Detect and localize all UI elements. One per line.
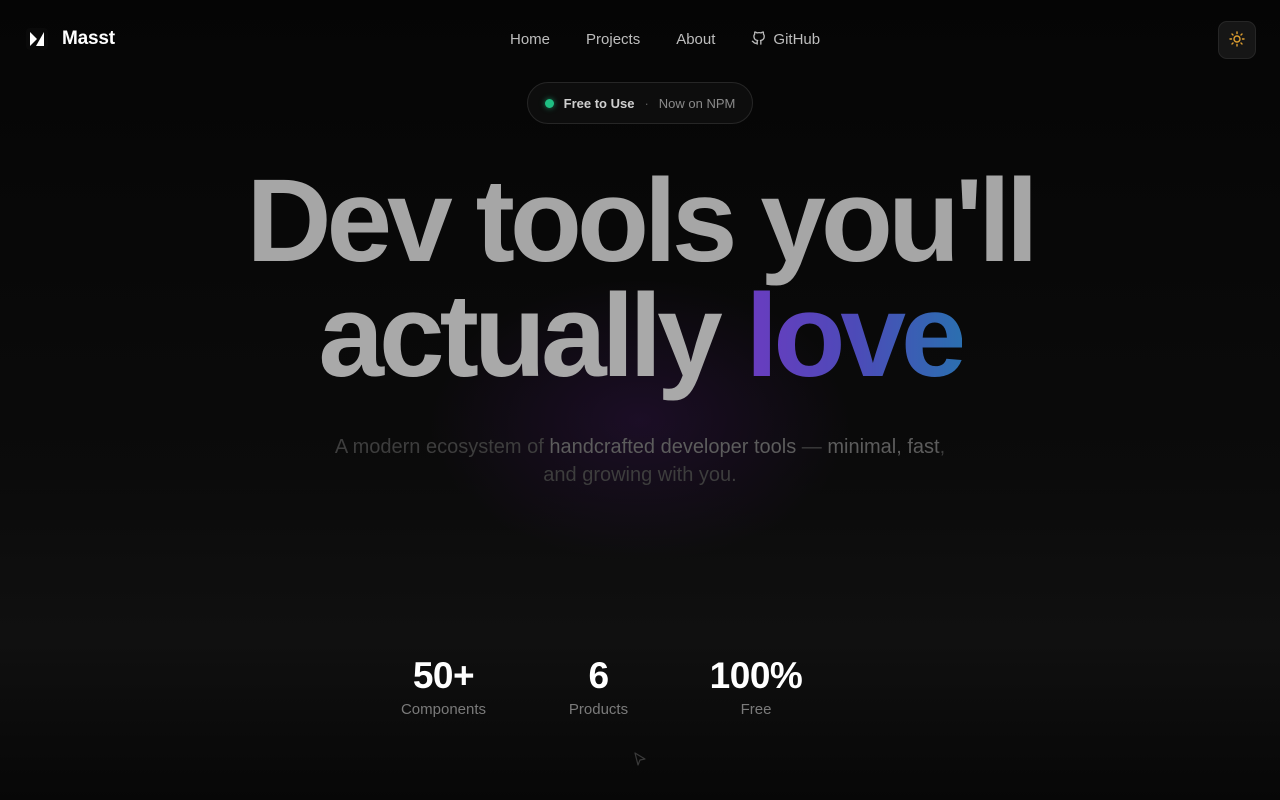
stat-label: Products bbox=[568, 701, 629, 718]
nav-projects-label: Projects bbox=[586, 31, 641, 48]
stat-value: 100% bbox=[709, 655, 803, 696]
cursor-arrow-icon bbox=[633, 752, 647, 773]
hero-heading-line-2: actually love bbox=[0, 277, 1280, 395]
github-icon bbox=[751, 30, 766, 49]
status-dot bbox=[544, 98, 554, 108]
hero-heading-line-1: Dev tools you'll bbox=[246, 155, 1038, 287]
masst-logo-icon bbox=[26, 28, 48, 50]
stat-label: Free bbox=[740, 701, 772, 718]
stats-row: 50+ Components 6 Products 100% Free bbox=[0, 655, 1280, 718]
nav-projects[interactable]: Projects bbox=[586, 31, 640, 48]
nav-github[interactable]: GitHub bbox=[751, 30, 820, 49]
stat-components: 50+ Components bbox=[364, 655, 524, 718]
badge-primary-text: Free to Use bbox=[563, 95, 635, 111]
landing-page: Masst Home Projects About GitHub Free to… bbox=[0, 0, 1280, 800]
stat-products: 6 Products bbox=[524, 655, 674, 718]
stat-free: 100% Free bbox=[674, 655, 839, 718]
subtitle-part-1: A modern ecosystem of bbox=[334, 436, 550, 458]
nav-home[interactable]: Home bbox=[510, 31, 550, 48]
hero-accent-word: love bbox=[745, 270, 967, 402]
badge-separator: · bbox=[644, 95, 649, 111]
subtitle-highlight-2: minimal, fast bbox=[827, 436, 940, 458]
brand-logo-link[interactable]: Masst bbox=[26, 28, 115, 50]
nav-github-label: GitHub bbox=[773, 31, 821, 48]
nav-about[interactable]: About bbox=[676, 31, 715, 48]
stat-label: Components bbox=[400, 701, 487, 718]
subtitle-part-2: — bbox=[796, 436, 828, 458]
hero-subtitle: A modern ecosystem of handcrafted develo… bbox=[330, 433, 950, 489]
sun-icon bbox=[1229, 30, 1245, 50]
theme-toggle-button[interactable] bbox=[1218, 21, 1256, 59]
stat-value: 6 bbox=[588, 655, 609, 696]
nav-about-label: About bbox=[676, 31, 716, 48]
nav-home-label: Home bbox=[510, 31, 551, 48]
announcement-badge[interactable]: Free to Use · Now on NPM bbox=[527, 82, 753, 124]
hero-plain-text: actually bbox=[318, 270, 746, 402]
subtitle-highlight-1: handcrafted developer tools bbox=[549, 436, 797, 458]
stat-value: 50+ bbox=[412, 655, 475, 696]
main-nav: Home Projects About GitHub bbox=[510, 30, 820, 49]
brand-name: Masst bbox=[62, 28, 115, 49]
badge-secondary-text: Now on NPM bbox=[658, 95, 736, 111]
